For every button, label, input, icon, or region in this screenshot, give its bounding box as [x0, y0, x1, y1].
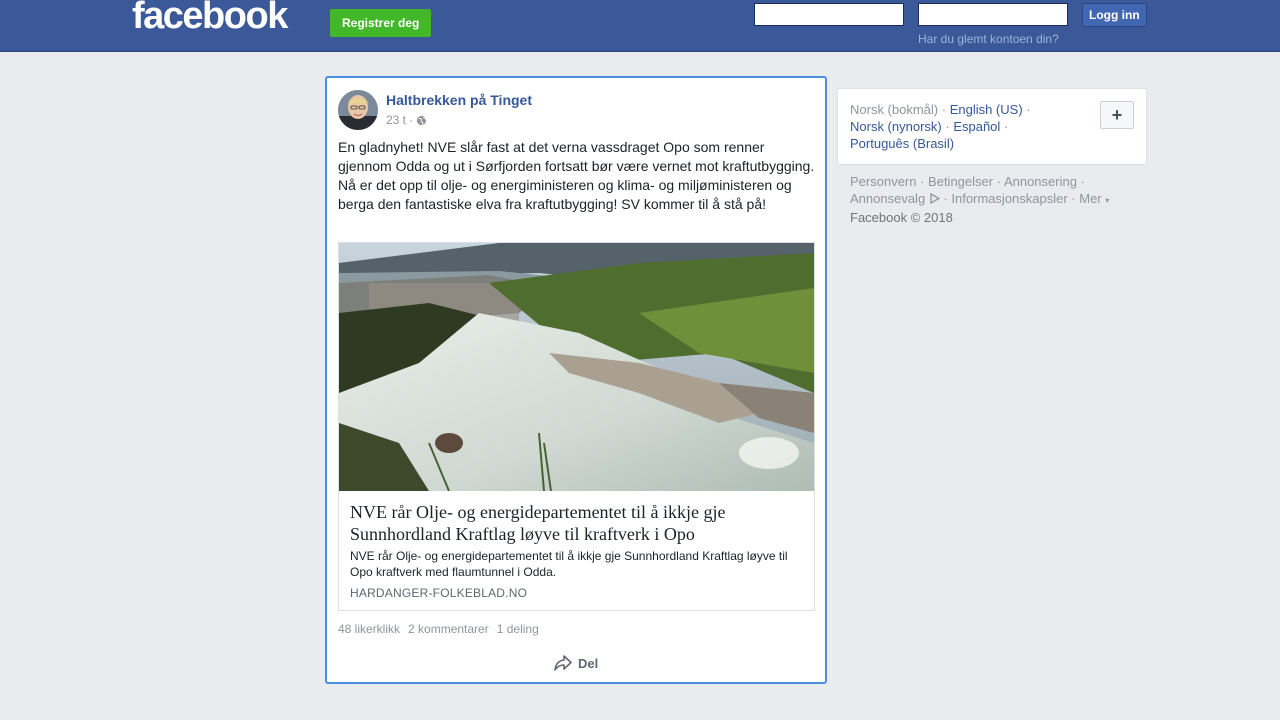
language-portugues[interactable]: Português (Brasil): [850, 136, 954, 151]
footer-link-privacy[interactable]: Personvern: [850, 174, 916, 189]
password-input[interactable]: [918, 3, 1068, 26]
share-button[interactable]: Del: [553, 654, 598, 672]
meta-separator: ·: [409, 113, 414, 127]
ad-choices-icon[interactable]: [929, 191, 941, 205]
link-preview[interactable]: NVE rår Olje- og energidepartementet til…: [338, 242, 815, 611]
post-card: Haltbrekken på Tinget 23 t · En gladnyhe…: [325, 76, 827, 684]
language-espanol[interactable]: Español: [953, 119, 1000, 134]
language-selector: Norsk (bokmål) · English (US) · Norsk (n…: [837, 88, 1147, 165]
link-preview-body[interactable]: NVE rår Olje- og energidepartementet til…: [339, 491, 814, 610]
post-text: En gladnyhet! NVE slår fast at det verna…: [338, 139, 815, 212]
share-label: Del: [578, 655, 599, 671]
more-languages-button[interactable]: +: [1100, 101, 1134, 129]
likes-count[interactable]: 48 likerklikk: [338, 622, 400, 636]
footer-link-ad-choices[interactable]: Annonsevalg: [850, 191, 925, 206]
language-list: Norsk (bokmål) · English (US) · Norsk (n…: [850, 102, 1031, 151]
top-navigation-bar: facebook Registrer deg Logg inn Har du g…: [0, 0, 1280, 52]
post-meta: 23 t ·: [386, 113, 427, 127]
footer-link-advertising[interactable]: Annonsering: [1004, 174, 1077, 189]
footer-link-terms[interactable]: Betingelser: [928, 174, 993, 189]
language-current: Norsk (bokmål): [850, 102, 939, 117]
footer-link-more[interactable]: Mer: [1079, 191, 1101, 206]
copyright: Facebook © 2018: [850, 210, 953, 225]
facebook-logo[interactable]: facebook: [132, 0, 288, 38]
chevron-down-icon[interactable]: ▾: [1105, 196, 1109, 205]
forgot-account-link[interactable]: Har du glemt kontoen din?: [918, 32, 1059, 46]
language-nynorsk[interactable]: Norsk (nynorsk): [850, 119, 942, 134]
avatar-photo: [338, 90, 378, 130]
globe-icon[interactable]: [416, 115, 427, 126]
email-input[interactable]: [754, 3, 904, 26]
language-english[interactable]: English (US): [950, 102, 1023, 117]
link-preview-image[interactable]: [339, 243, 814, 491]
author-avatar[interactable]: [338, 90, 378, 130]
footer-link-cookies[interactable]: Informasjonskapsler: [951, 191, 1067, 206]
shares-count[interactable]: 1 deling: [497, 622, 539, 636]
footer-links: Personvern · Betingelser · Annonsering ·…: [850, 174, 1110, 225]
share-icon: [554, 655, 572, 671]
post-timestamp[interactable]: 23 t: [386, 113, 406, 127]
register-button[interactable]: Registrer deg: [330, 9, 432, 37]
post-stats: 48 likerklikk 2 kommentarer 1 deling: [338, 622, 539, 636]
post-author-name[interactable]: Haltbrekken på Tinget: [386, 92, 532, 108]
comments-count[interactable]: 2 kommentarer: [408, 622, 489, 636]
link-preview-description: NVE rår Olje- og energidepartementet til…: [350, 549, 788, 579]
login-button[interactable]: Logg inn: [1082, 3, 1147, 27]
link-preview-title[interactable]: NVE rår Olje- og energidepartementet til…: [350, 501, 803, 545]
link-preview-domain: HARDANGER-FOLKEBLAD.NO: [350, 586, 528, 600]
